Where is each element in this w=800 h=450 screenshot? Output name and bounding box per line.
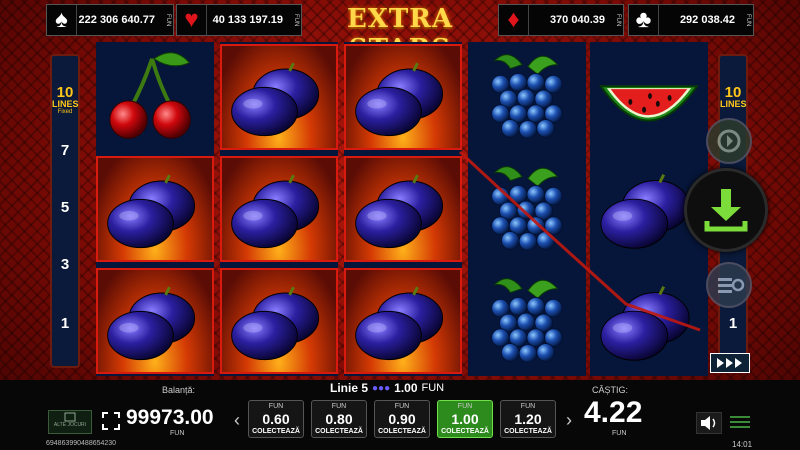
menu-button[interactable] bbox=[728, 412, 754, 434]
bet-option-button[interactable]: FUN 0.60 COLECTEAZĂ bbox=[248, 400, 304, 438]
bet-next-button[interactable]: › bbox=[563, 402, 575, 438]
bet-value: 1.20 bbox=[514, 411, 542, 427]
balance-label: Balanță: bbox=[162, 385, 196, 395]
bet-value: 0.90 bbox=[388, 411, 416, 427]
other-games-label: ALTE JOCURI bbox=[53, 422, 87, 428]
win-label: CÂȘTIG: bbox=[592, 385, 629, 395]
bet-option-button[interactable]: FUN 1.20 COLECTEAZĂ bbox=[500, 400, 556, 438]
spin-button[interactable] bbox=[684, 168, 768, 252]
fast-forward-icon bbox=[717, 358, 742, 368]
bet-value: 0.60 bbox=[262, 411, 290, 427]
win-unit: FUN bbox=[612, 430, 627, 437]
settings-gear-icon bbox=[718, 278, 745, 293]
win-line-unit: FUN bbox=[421, 382, 445, 394]
settings-button[interactable] bbox=[706, 262, 752, 308]
bet-prev-button[interactable]: ‹ bbox=[231, 402, 243, 438]
bet-collect-label: COLECTEAZĂ bbox=[315, 428, 363, 435]
plum-mini-icons: ●●● bbox=[372, 382, 391, 394]
balance-unit: FUN bbox=[170, 430, 185, 437]
autoplay-button[interactable] bbox=[706, 118, 752, 164]
other-games-button[interactable]: ALTE JOCURI bbox=[48, 410, 92, 434]
session-id: 694863990488654230 bbox=[46, 440, 117, 447]
bet-value: 1.00 bbox=[451, 411, 479, 427]
fullscreen-icon bbox=[102, 412, 120, 430]
fast-play-button[interactable] bbox=[710, 353, 750, 373]
hamburger-menu-icon bbox=[730, 416, 750, 428]
clock: 14:01 bbox=[732, 440, 753, 449]
win-value: 4.22 bbox=[584, 396, 643, 429]
win-line-amount: 1.00 bbox=[394, 381, 418, 395]
bet-option-button[interactable]: FUN 0.90 COLECTEAZĂ bbox=[374, 400, 430, 438]
fullscreen-button[interactable] bbox=[100, 410, 122, 432]
bet-collect-label: COLECTEAZĂ bbox=[441, 428, 489, 435]
bet-option-button[interactable]: FUN 0.80 COLECTEAZĂ bbox=[311, 400, 367, 438]
win-line-label: Linie 5 bbox=[330, 381, 369, 395]
replay-icon bbox=[717, 129, 741, 153]
game-stage: ♠ 222 306 640.77 FUN ♥ 40 133 197.19 FUN… bbox=[0, 0, 800, 450]
balance-value: 99973.00 bbox=[126, 406, 214, 429]
download-arrow-icon bbox=[704, 189, 748, 232]
bet-collect-label: COLECTEAZĂ bbox=[378, 428, 426, 435]
bet-value: 0.80 bbox=[325, 411, 353, 427]
bet-collect-label: COLECTEAZĂ bbox=[252, 428, 300, 435]
bet-collect-label: COLECTEAZĂ bbox=[504, 428, 552, 435]
bet-option-button[interactable]: FUN 1.00 COLECTEAZĂ bbox=[437, 400, 493, 438]
sound-button[interactable] bbox=[696, 412, 722, 434]
win-line-info: Linie 5 ●●● 1.00 FUN bbox=[330, 381, 444, 395]
speaker-icon bbox=[701, 416, 716, 430]
